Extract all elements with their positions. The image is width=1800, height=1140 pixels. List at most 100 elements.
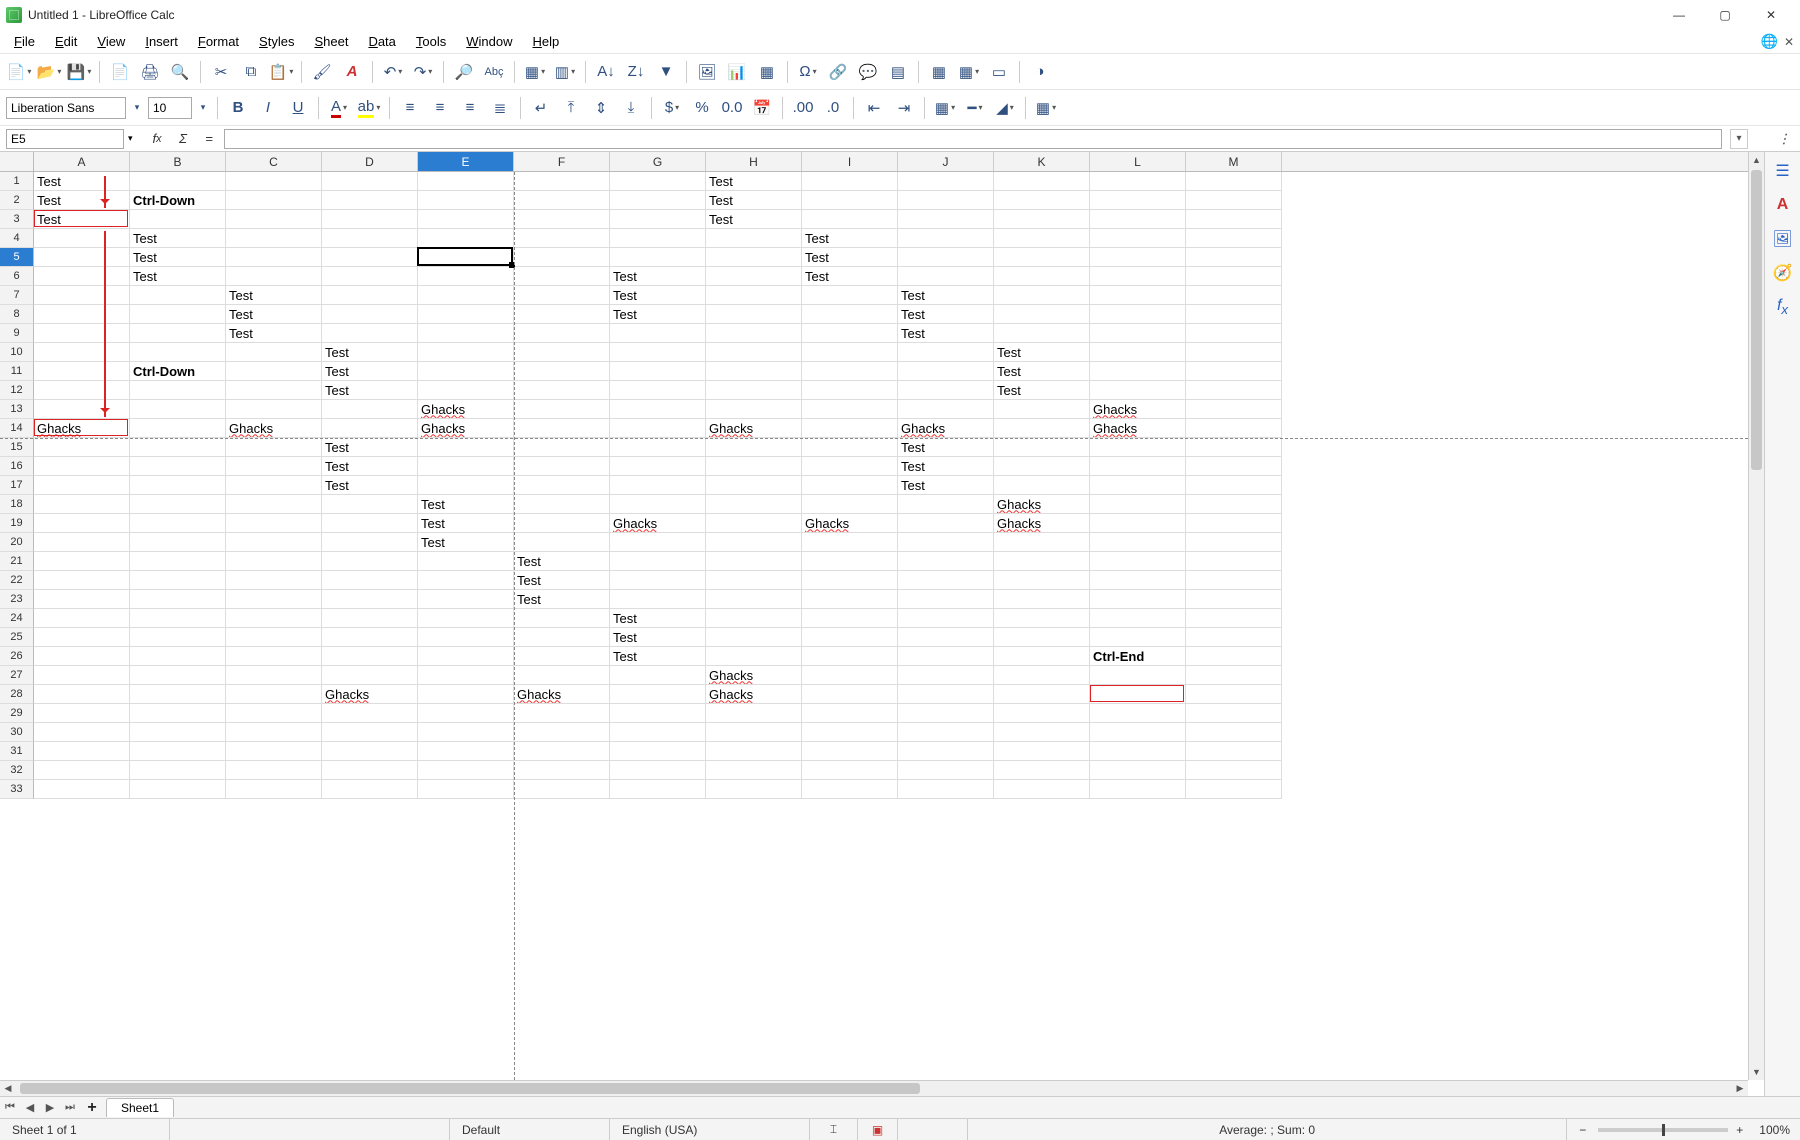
cell-J11[interactable] <box>898 362 994 381</box>
cell-D4[interactable] <box>322 229 418 248</box>
cell-I21[interactable] <box>802 552 898 571</box>
cell-J30[interactable] <box>898 723 994 742</box>
cell-B30[interactable] <box>130 723 226 742</box>
row-header-18[interactable]: 18 <box>0 495 34 514</box>
cell-K2[interactable] <box>994 191 1090 210</box>
sort-desc-button[interactable]: Z↓ <box>623 59 649 85</box>
cell-D18[interactable] <box>322 495 418 514</box>
menu-sheet[interactable]: Sheet <box>306 32 356 51</box>
cell-H6[interactable] <box>706 267 802 286</box>
row-header-6[interactable]: 6 <box>0 267 34 286</box>
cell-C25[interactable] <box>226 628 322 647</box>
cell-B21[interactable] <box>130 552 226 571</box>
cell-H24[interactable] <box>706 609 802 628</box>
cell-I12[interactable] <box>802 381 898 400</box>
cell-M22[interactable] <box>1186 571 1282 590</box>
cell-F23[interactable]: Test <box>514 590 610 609</box>
cell-M18[interactable] <box>1186 495 1282 514</box>
status-language[interactable]: English (USA) <box>610 1119 810 1140</box>
cell-L2[interactable] <box>1090 191 1186 210</box>
cell-M13[interactable] <box>1186 400 1282 419</box>
cell-J18[interactable] <box>898 495 994 514</box>
cell-K14[interactable] <box>994 419 1090 438</box>
cell-J4[interactable] <box>898 229 994 248</box>
column-header-row[interactable]: ABCDEFGHIJKLM <box>0 152 1748 172</box>
cell-B26[interactable] <box>130 647 226 666</box>
cell-I5[interactable]: Test <box>802 248 898 267</box>
cell-I25[interactable] <box>802 628 898 647</box>
cell-L6[interactable] <box>1090 267 1186 286</box>
cell-D28[interactable]: Ghacks <box>322 685 418 704</box>
cell-E22[interactable] <box>418 571 514 590</box>
date-format-button[interactable]: 📅 <box>749 95 775 121</box>
cell-A21[interactable] <box>34 552 130 571</box>
cell-J9[interactable]: Test <box>898 324 994 343</box>
cell-B33[interactable] <box>130 780 226 799</box>
cell-K20[interactable] <box>994 533 1090 552</box>
cell-E4[interactable] <box>418 229 514 248</box>
sidebar-styles-icon[interactable]: A <box>1770 192 1796 218</box>
cell-H32[interactable] <box>706 761 802 780</box>
cell-A18[interactable] <box>34 495 130 514</box>
cell-D16[interactable]: Test <box>322 457 418 476</box>
row-header-7[interactable]: 7 <box>0 286 34 305</box>
cell-M20[interactable] <box>1186 533 1282 552</box>
cell-F13[interactable] <box>514 400 610 419</box>
cell-B28[interactable] <box>130 685 226 704</box>
cell-J31[interactable] <box>898 742 994 761</box>
cell-K30[interactable] <box>994 723 1090 742</box>
cell-G3[interactable] <box>610 210 706 229</box>
cell-L7[interactable] <box>1090 286 1186 305</box>
cell-L15[interactable] <box>1090 438 1186 457</box>
cell-G1[interactable] <box>610 172 706 191</box>
cell-A15[interactable] <box>34 438 130 457</box>
row-header-21[interactable]: 21 <box>0 552 34 571</box>
cell-C12[interactable] <box>226 381 322 400</box>
cell-B2[interactable]: Ctrl-Down <box>130 191 226 210</box>
spreadsheet-grid[interactable]: ABCDEFGHIJKLM 1TestTest2TestCtrl-DownTes… <box>0 152 1764 1096</box>
cell-D8[interactable] <box>322 305 418 324</box>
export-pdf-button[interactable]: 📄 <box>107 59 133 85</box>
cell-B31[interactable] <box>130 742 226 761</box>
cell-C16[interactable] <box>226 457 322 476</box>
cell-M11[interactable] <box>1186 362 1282 381</box>
cell-A30[interactable] <box>34 723 130 742</box>
cell-K32[interactable] <box>994 761 1090 780</box>
col-header-I[interactable]: I <box>802 152 898 171</box>
cell-D25[interactable] <box>322 628 418 647</box>
cell-A10[interactable] <box>34 343 130 362</box>
cell-D24[interactable] <box>322 609 418 628</box>
formula-input[interactable] <box>224 129 1722 149</box>
cell-G23[interactable] <box>610 590 706 609</box>
status-summary[interactable]: Average: ; Sum: 0 <box>968 1119 1567 1140</box>
cell-L22[interactable] <box>1090 571 1186 590</box>
menu-edit[interactable]: Edit <box>47 32 85 51</box>
cell-E33[interactable] <box>418 780 514 799</box>
show-draw-button[interactable]: ◑ <box>1027 59 1053 85</box>
cell-B3[interactable] <box>130 210 226 229</box>
cell-K21[interactable] <box>994 552 1090 571</box>
cell-B4[interactable]: Test <box>130 229 226 248</box>
col-header-H[interactable]: H <box>706 152 802 171</box>
cell-K7[interactable] <box>994 286 1090 305</box>
cell-J26[interactable] <box>898 647 994 666</box>
menu-window[interactable]: Window <box>458 32 520 51</box>
cell-F33[interactable] <box>514 780 610 799</box>
cell-G27[interactable] <box>610 666 706 685</box>
menu-file[interactable]: File <box>6 32 43 51</box>
cell-H12[interactable] <box>706 381 802 400</box>
cell-H30[interactable] <box>706 723 802 742</box>
cell-F29[interactable] <box>514 704 610 723</box>
cell-L28[interactable] <box>1090 685 1186 704</box>
cell-G19[interactable]: Ghacks <box>610 514 706 533</box>
cell-L13[interactable]: Ghacks <box>1090 400 1186 419</box>
valign-mid-button[interactable]: ⇕ <box>588 95 614 121</box>
row-header-24[interactable]: 24 <box>0 609 34 628</box>
add-sheet-button[interactable]: + <box>80 1099 104 1117</box>
cell-I6[interactable]: Test <box>802 267 898 286</box>
cell-M10[interactable] <box>1186 343 1282 362</box>
row-header-1[interactable]: 1 <box>0 172 34 191</box>
define-range-button[interactable]: ▦ <box>926 59 952 85</box>
cell-G30[interactable] <box>610 723 706 742</box>
cell-L21[interactable] <box>1090 552 1186 571</box>
